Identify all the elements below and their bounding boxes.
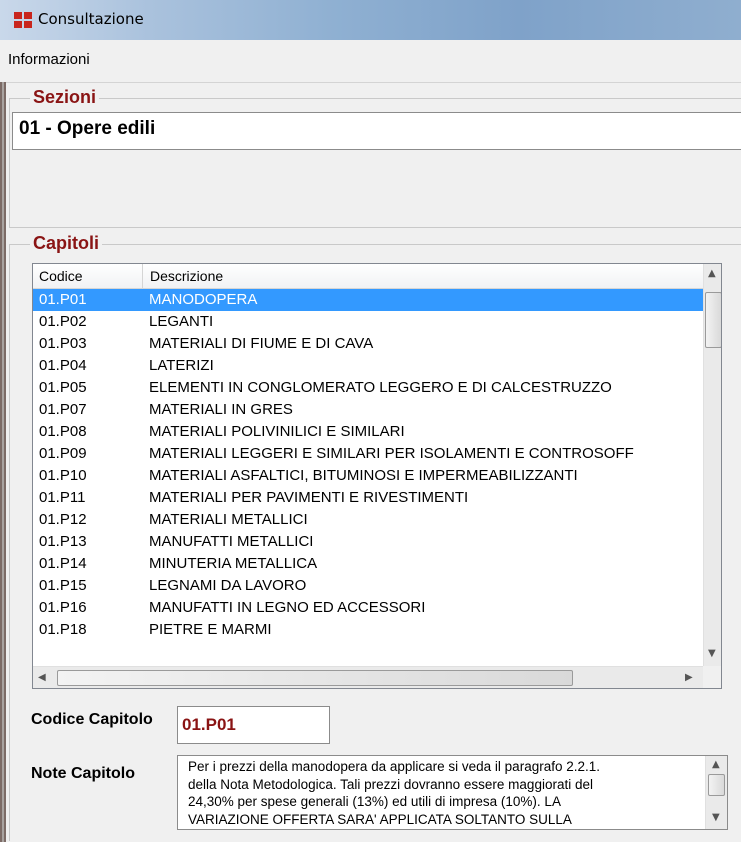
scroll-corner (703, 666, 721, 688)
capitoli-list[interactable]: Codice Descrizione 01.P01 MANODOPERA 01.P0… (32, 263, 722, 689)
scroll-up-arrow-icon[interactable]: ▲ (708, 268, 716, 279)
table-row[interactable]: 01.P04 LATERIZI (33, 355, 703, 377)
table-row[interactable]: 01.P14 MINUTERIA METALLICA (33, 553, 703, 575)
note-line: 24,30% per spese generali (13%) ed utili… (188, 794, 561, 809)
row-code: 01.P14 (39, 555, 87, 572)
row-code: 01.P10 (39, 467, 87, 484)
column-header-descrizione[interactable]: Descrizione (150, 268, 223, 284)
table-row[interactable]: 01.P09 MATERIALI LEGGERI E SIMILARI PER I… (33, 443, 703, 465)
row-code: 01.P16 (39, 599, 87, 616)
row-description: MANUFATTI METALLICI (149, 533, 314, 550)
row-description: MATERIALI POLIVINILICI E SIMILARI (149, 423, 405, 440)
table-row[interactable]: 01.P13 MANUFATTI METALLICI (33, 531, 703, 553)
codice-capitolo-field[interactable]: 01.P01 (177, 706, 330, 744)
row-description: LEGNAMI DA LAVORO (149, 577, 307, 594)
menu-bar: Informazioni (0, 40, 741, 83)
table-row[interactable]: 01.P05 ELEMENTI IN CONGLOMERATO LEGGERO E… (33, 377, 703, 399)
note-line: Per i prezzi della manodopera da applica… (188, 759, 600, 774)
table-row[interactable]: 01.P02 LEGANTI (33, 311, 703, 333)
capitoli-label: Capitoli (30, 233, 102, 254)
row-description: ELEMENTI IN CONGLOMERATO LEGGERO E DI CA… (149, 379, 612, 396)
row-code: 01.P11 (39, 489, 86, 506)
window-title: Consultazione (38, 10, 144, 28)
note-line: VARIAZIONE OFFERTA SARA' APPLICATA SOLTA… (188, 811, 572, 827)
scroll-down-arrow-icon[interactable]: ▼ (708, 648, 716, 659)
table-row[interactable]: 01.P01 MANODOPERA (33, 289, 703, 311)
row-description: MANUFATTI IN LEGNO ED ACCESSORI (149, 599, 426, 616)
row-description: MATERIALI LEGGERI E SIMILARI PER ISOLAME… (149, 445, 634, 462)
row-description: MATERIALI DI FIUME E DI CAVA (149, 335, 374, 352)
row-description: MATERIALI METALLICI (149, 511, 308, 528)
vertical-scrollbar[interactable]: ▲ ▼ (703, 264, 721, 666)
note-line: della Nota Metodologica. Tali prezzi dov… (188, 776, 593, 792)
row-description: MATERIALI ASFALTICI, BITUMINOSI E IMPERM… (149, 467, 578, 484)
row-description: MINUTERIA METALLICA (149, 555, 318, 572)
row-code: 01.P02 (39, 313, 87, 330)
notes-scroll-down-arrow-icon[interactable]: ▼ (712, 812, 720, 823)
table-row[interactable]: 01.P07 MATERIALI IN GRES (33, 399, 703, 421)
table-row[interactable]: 01.P08 MATERIALI POLIVINILICI E SIMILARI (33, 421, 703, 443)
table-row[interactable]: 01.P10 MATERIALI ASFALTICI, BITUMINOSI E … (33, 465, 703, 487)
horizontal-scroll-thumb[interactable] (57, 670, 573, 686)
note-capitolo-field[interactable]: Per i prezzi della manodopera da applica… (177, 755, 728, 830)
row-code: 01.P08 (39, 423, 87, 440)
horizontal-scrollbar[interactable]: ◀ ▶ (33, 666, 703, 688)
row-code: 01.P09 (39, 445, 87, 462)
note-capitolo-label: Note Capitolo (31, 765, 135, 782)
row-description: MANODOPERA (149, 291, 258, 308)
row-code: 01.P03 (39, 335, 87, 352)
title-bar: Consultazione (0, 0, 741, 41)
table-row[interactable]: 01.P11 MATERIALI PER PAVIMENTI E RIVESTIM… (33, 487, 703, 509)
row-code: 01.P05 (39, 379, 87, 396)
row-description: LATERIZI (149, 357, 214, 374)
row-description: PIETRE E MARMI (149, 621, 272, 638)
row-code: 01.P12 (39, 511, 87, 528)
app-grid-icon[interactable] (14, 12, 32, 28)
window-left-edge (0, 82, 6, 842)
vertical-scroll-thumb[interactable] (705, 292, 721, 348)
row-description: MATERIALI IN GRES (149, 401, 293, 418)
sezioni-value: 01 - Opere edili (19, 118, 156, 139)
notes-scroll-up-arrow-icon[interactable]: ▲ (712, 759, 720, 770)
scroll-right-arrow-icon[interactable]: ▶ (685, 672, 693, 683)
table-row[interactable]: 01.P16 MANUFATTI IN LEGNO ED ACCESSORI (33, 597, 703, 619)
sezioni-field[interactable]: 01 - Opere edili (12, 112, 741, 150)
row-code: 01.P04 (39, 357, 87, 374)
table-row[interactable]: 01.P18 PIETRE E MARMI (33, 619, 703, 641)
row-description: MATERIALI PER PAVIMENTI E RIVESTIMENTI (149, 489, 469, 506)
table-row[interactable]: 01.P12 MATERIALI METALLICI (33, 509, 703, 531)
row-code: 01.P07 (39, 401, 87, 418)
codice-capitolo-value: 01.P01 (182, 715, 236, 734)
row-code: 01.P15 (39, 577, 87, 594)
menu-item-informazioni[interactable]: Informazioni (8, 51, 90, 68)
list-header: Codice Descrizione (33, 264, 703, 289)
note-capitolo-text: Per i prezzi della manodopera da applica… (188, 758, 700, 828)
notes-scroll-thumb[interactable] (708, 774, 725, 796)
column-header-codice[interactable]: Codice (39, 268, 83, 284)
notes-vertical-scrollbar[interactable]: ▲ ▼ (705, 756, 727, 829)
codice-capitolo-label: Codice Capitolo (31, 711, 153, 728)
table-row[interactable]: 01.P15 LEGNAMI DA LAVORO (33, 575, 703, 597)
scroll-left-arrow-icon[interactable]: ◀ (38, 672, 46, 683)
row-description: LEGANTI (149, 313, 214, 330)
row-code: 01.P13 (39, 533, 87, 550)
sezioni-label: Sezioni (30, 87, 100, 108)
row-code: 01.P01 (39, 291, 87, 308)
table-row[interactable]: 01.P03 MATERIALI DI FIUME E DI CAVA (33, 333, 703, 355)
row-code: 01.P18 (39, 621, 87, 638)
